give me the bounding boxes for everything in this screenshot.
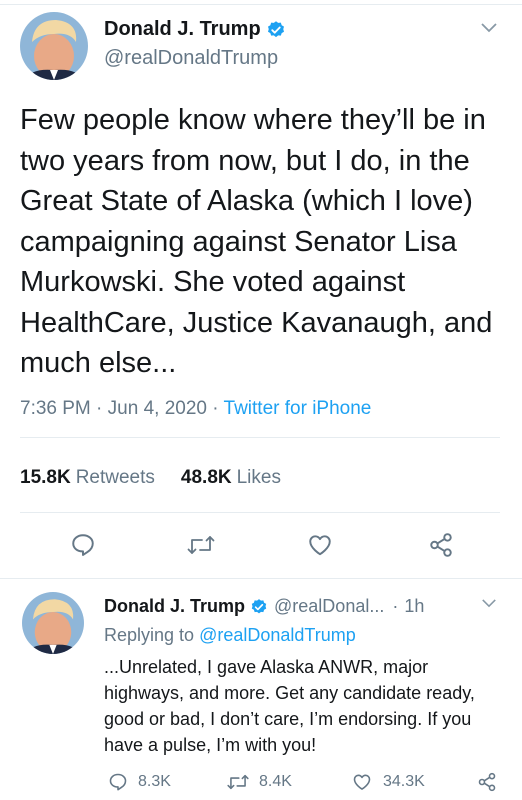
reply-icon: [109, 773, 127, 791]
reply-time: 1h: [404, 596, 425, 616]
retweets-count: 15.8K: [20, 467, 71, 488]
like-icon: [353, 774, 371, 790]
retweet-action[interactable]: 8.4K: [227, 772, 292, 792]
likes-stat[interactable]: 48.8K Likes: [181, 467, 281, 489]
likes-count: 48.8K: [180, 467, 232, 488]
tweet-text: Few people know where they’ll be in two …: [20, 104, 501, 379]
share-icon[interactable]: [477, 772, 507, 792]
share-icon[interactable]: [428, 532, 454, 558]
reply-time-separator: ·: [392, 596, 399, 616]
retweet-icon[interactable]: [187, 532, 215, 558]
handle[interactable]: @realDonaldTrump: [104, 47, 278, 70]
avatar[interactable]: [22, 592, 84, 654]
like-icon[interactable]: [306, 532, 334, 558]
like-action[interactable]: 34.3K: [351, 772, 425, 792]
tweet-date: Jun 4, 2020: [107, 398, 207, 419]
reply-text: ...Unrelated, I gave Alaska ANWR, major …: [104, 657, 475, 755]
retweet-icon: [227, 774, 249, 790]
retweet-count: 8.4K: [259, 773, 292, 790]
avatar-image: [20, 12, 88, 80]
chevron-down-icon[interactable]: [481, 598, 497, 609]
reply-icon[interactable]: [70, 532, 96, 558]
likes-label: Likes: [236, 467, 281, 488]
reply-count: 8.3K: [138, 773, 171, 790]
avatar-image: [22, 592, 84, 654]
reply-action[interactable]: 8.3K: [108, 772, 171, 792]
retweets-stat[interactable]: 15.8K Retweets: [20, 467, 155, 489]
meta-separator: ·: [96, 398, 103, 419]
verified-badge-icon: [250, 598, 268, 616]
divider: [20, 437, 500, 438]
engagement-stats: 15.8K Retweets 48.8K Likes: [20, 467, 281, 489]
replying-prefix: Replying to: [104, 625, 195, 645]
main-tweet: Donald J. Trump @realDonaldTrump Few peo…: [0, 0, 522, 580]
replying-to: Replying to @realDonaldTrump: [104, 625, 356, 646]
author-name-row: Donald J. Trump: [104, 18, 286, 41]
display-name[interactable]: Donald J. Trump: [104, 18, 261, 41]
reply-author-row: Donald J. Trump @realDonal... · 1h: [104, 596, 424, 617]
retweets-label: Retweets: [75, 467, 155, 488]
section-divider: [0, 578, 522, 579]
replying-mention-link[interactable]: @realDonaldTrump: [199, 625, 356, 645]
avatar[interactable]: [20, 12, 88, 80]
divider: [20, 512, 500, 513]
tweet-time: 7:36 PM: [20, 398, 91, 419]
tweet-meta: 7:36 PM · Jun 4, 2020 · Twitter for iPho…: [20, 398, 371, 420]
meta-separator: ·: [212, 398, 219, 419]
tweet-source-link[interactable]: Twitter for iPhone: [224, 398, 372, 419]
handle[interactable]: @realDonal...: [274, 596, 384, 617]
verified-badge-icon: [266, 20, 286, 40]
display-name[interactable]: Donald J. Trump: [104, 596, 245, 617]
chevron-down-icon[interactable]: [480, 22, 498, 34]
like-count: 34.3K: [383, 773, 425, 790]
